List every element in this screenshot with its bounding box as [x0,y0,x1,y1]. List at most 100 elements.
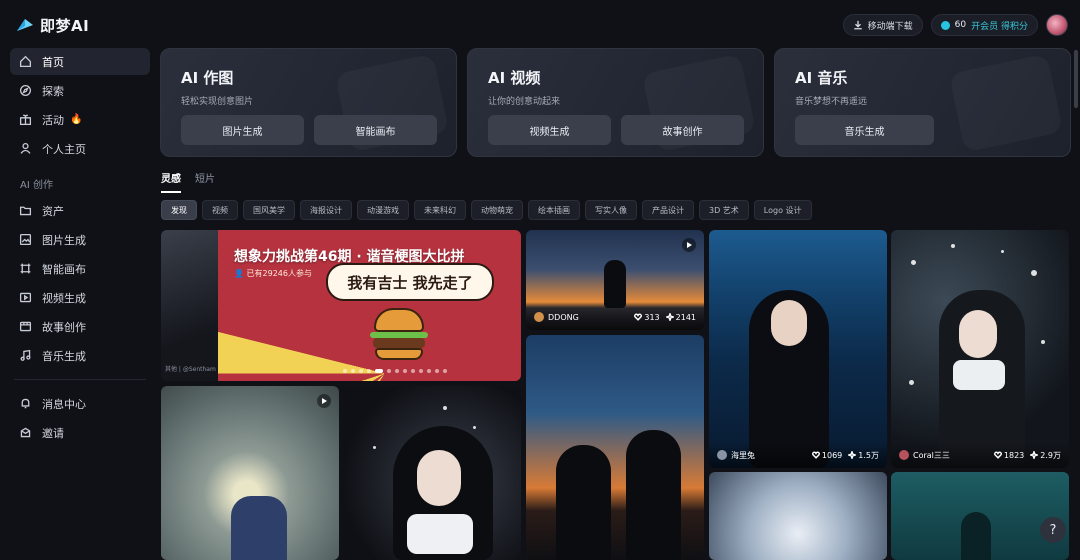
gallery-item-meta: 海里兔 1069 1.5万 [709,442,887,468]
sidebar-item-home[interactable]: 首页 [10,48,150,75]
sidebar-item-activity[interactable]: 活动 🔥 [10,106,150,133]
filter-chip[interactable]: 绘本插画 [528,200,580,220]
like-count: 1823 [1003,450,1025,460]
filter-chip[interactable]: 3D 艺术 [699,200,749,220]
filter-chip[interactable]: Logo 设计 [753,200,812,220]
face-shape [417,450,461,506]
carousel-dot[interactable] [443,369,447,373]
tab-inspiration[interactable]: 灵感 [161,170,181,193]
credits-count: 60 [954,20,967,30]
carousel-dot[interactable] [359,369,363,373]
carousel-dot[interactable] [375,369,383,373]
logo-icon [16,17,34,33]
image-gen-button[interactable]: 图片生成 [181,115,304,145]
image-icon [18,233,32,247]
filter-chip[interactable]: 未来科幻 [414,200,466,220]
section-title-ai-create: AI 创作 [20,180,53,191]
carousel-dot[interactable] [367,369,371,373]
help-button[interactable]: ? [1040,517,1066,543]
sidebar-item-label: 故事创作 [42,320,86,334]
filter-chip[interactable]: 动漫游戏 [357,200,409,220]
burger-illustration [370,308,428,368]
gallery-item[interactable] [343,386,521,560]
like-count: 1069 [821,450,843,460]
carousel-dot[interactable] [411,369,415,373]
card-ai-image[interactable]: AI 作图 轻松实现创意图片 图片生成 智能画布 [160,48,457,157]
filter-chip[interactable]: 视频 [202,200,238,220]
carousel-dot[interactable] [427,369,431,373]
gallery-item[interactable] [709,472,887,560]
card-ai-video[interactable]: AI 视频 让你的创意动起来 视频生成 故事创作 [467,48,764,157]
credit-gem-icon [940,20,950,30]
carousel-dot[interactable] [351,369,355,373]
carousel-dots[interactable] [343,369,447,373]
carousel-dot[interactable] [403,369,407,373]
gallery-item[interactable]: DDONG 313 2141 [526,230,704,330]
sparkle-icon [848,451,857,459]
feature-cards: AI 作图 轻松实现创意图片 图片生成 智能画布 AI 视频 让你的创意动起来 … [160,48,1071,157]
gift-icon [18,113,32,127]
credits-pill[interactable]: 60 开会员 得积分 [930,14,1038,36]
gallery-item[interactable]: 海里兔 1069 1.5万 [709,230,887,468]
gallery-item[interactable] [526,335,704,560]
content-tabs: 灵感 短片 [161,170,215,193]
banner-participants: 👤 已有29246人参与 [234,268,312,279]
sidebar-item-invite[interactable]: 邀请 [10,419,150,446]
author-name[interactable]: Coral三三 [913,450,950,461]
sidebar-item-profile[interactable]: 个人主页 [10,135,150,162]
figure-silhouette [626,430,681,560]
video-gen-button[interactable]: 视频生成 [488,115,611,145]
gallery-item[interactable]: Coral三三 1823 2.9万 [891,230,1069,468]
carousel-dot[interactable] [387,369,391,373]
sidebar-item-video-gen[interactable]: 视频生成 [10,284,150,311]
participants-text: 已有29246人参与 [246,269,312,278]
gallery-item[interactable] [161,386,339,560]
carousel-dot[interactable] [435,369,439,373]
avatar[interactable] [1046,14,1068,36]
smart-canvas-button[interactable]: 智能画布 [314,115,437,145]
sidebar-item-music-gen[interactable]: 音乐生成 [10,342,150,369]
sidebar-item-messages[interactable]: 消息中心 [10,390,150,417]
carousel-dot[interactable] [419,369,423,373]
sidebar-item-story[interactable]: 故事创作 [10,313,150,340]
card-ai-music[interactable]: AI 音乐 音乐梦想不再遥远 音乐生成 [774,48,1071,157]
heart-icon [634,313,643,321]
tab-shorts[interactable]: 短片 [195,170,215,193]
scarf-shape [407,514,473,554]
folder-icon [18,204,32,218]
figure-silhouette [231,496,287,560]
app-logo[interactable]: 即梦AI [10,12,150,38]
vip-link[interactable]: 开会员 得积分 [971,19,1028,32]
sparkle-icon [1030,451,1039,459]
sidebar-item-assets[interactable]: 资产 [10,197,150,224]
scarf-shape [953,360,1005,390]
sidebar-item-explore[interactable]: 探索 [10,77,150,104]
filter-chip[interactable]: 发现 [161,200,197,220]
author-name[interactable]: DDONG [548,313,579,322]
banner-side-image [161,230,218,381]
filter-chip[interactable]: 动物萌宠 [471,200,523,220]
story-icon [18,320,32,334]
carousel-dot[interactable] [343,369,347,373]
filter-chip[interactable]: 产品设计 [642,200,694,220]
scrollbar[interactable] [1074,50,1078,108]
gallery-item-meta: DDONG 313 2141 [526,304,704,330]
story-create-button[interactable]: 故事创作 [621,115,744,145]
use-count: 2141 [675,312,696,322]
author-avatar [534,312,544,322]
filter-chip[interactable]: 国风美学 [243,200,295,220]
author-avatar [717,450,727,460]
filter-chip[interactable]: 海报设计 [300,200,352,220]
canvas-icon [18,262,32,276]
gallery-item[interactable] [891,472,1069,560]
filter-chip[interactable]: 写实人像 [585,200,637,220]
video-icon [18,291,32,305]
sidebar-item-canvas[interactable]: 智能画布 [10,255,150,282]
event-banner[interactable]: 其他 | @Sentham 想象力挑战第46期 · 谐音梗图大比拼 👤 已有29… [161,230,521,381]
author-name[interactable]: 海里兔 [731,450,755,461]
carousel-dot[interactable] [395,369,399,373]
sidebar-item-image-gen[interactable]: 图片生成 [10,226,150,253]
mobile-download-button[interactable]: 移动端下载 [842,14,923,36]
music-gen-button[interactable]: 音乐生成 [795,115,934,145]
compass-icon [18,84,32,98]
